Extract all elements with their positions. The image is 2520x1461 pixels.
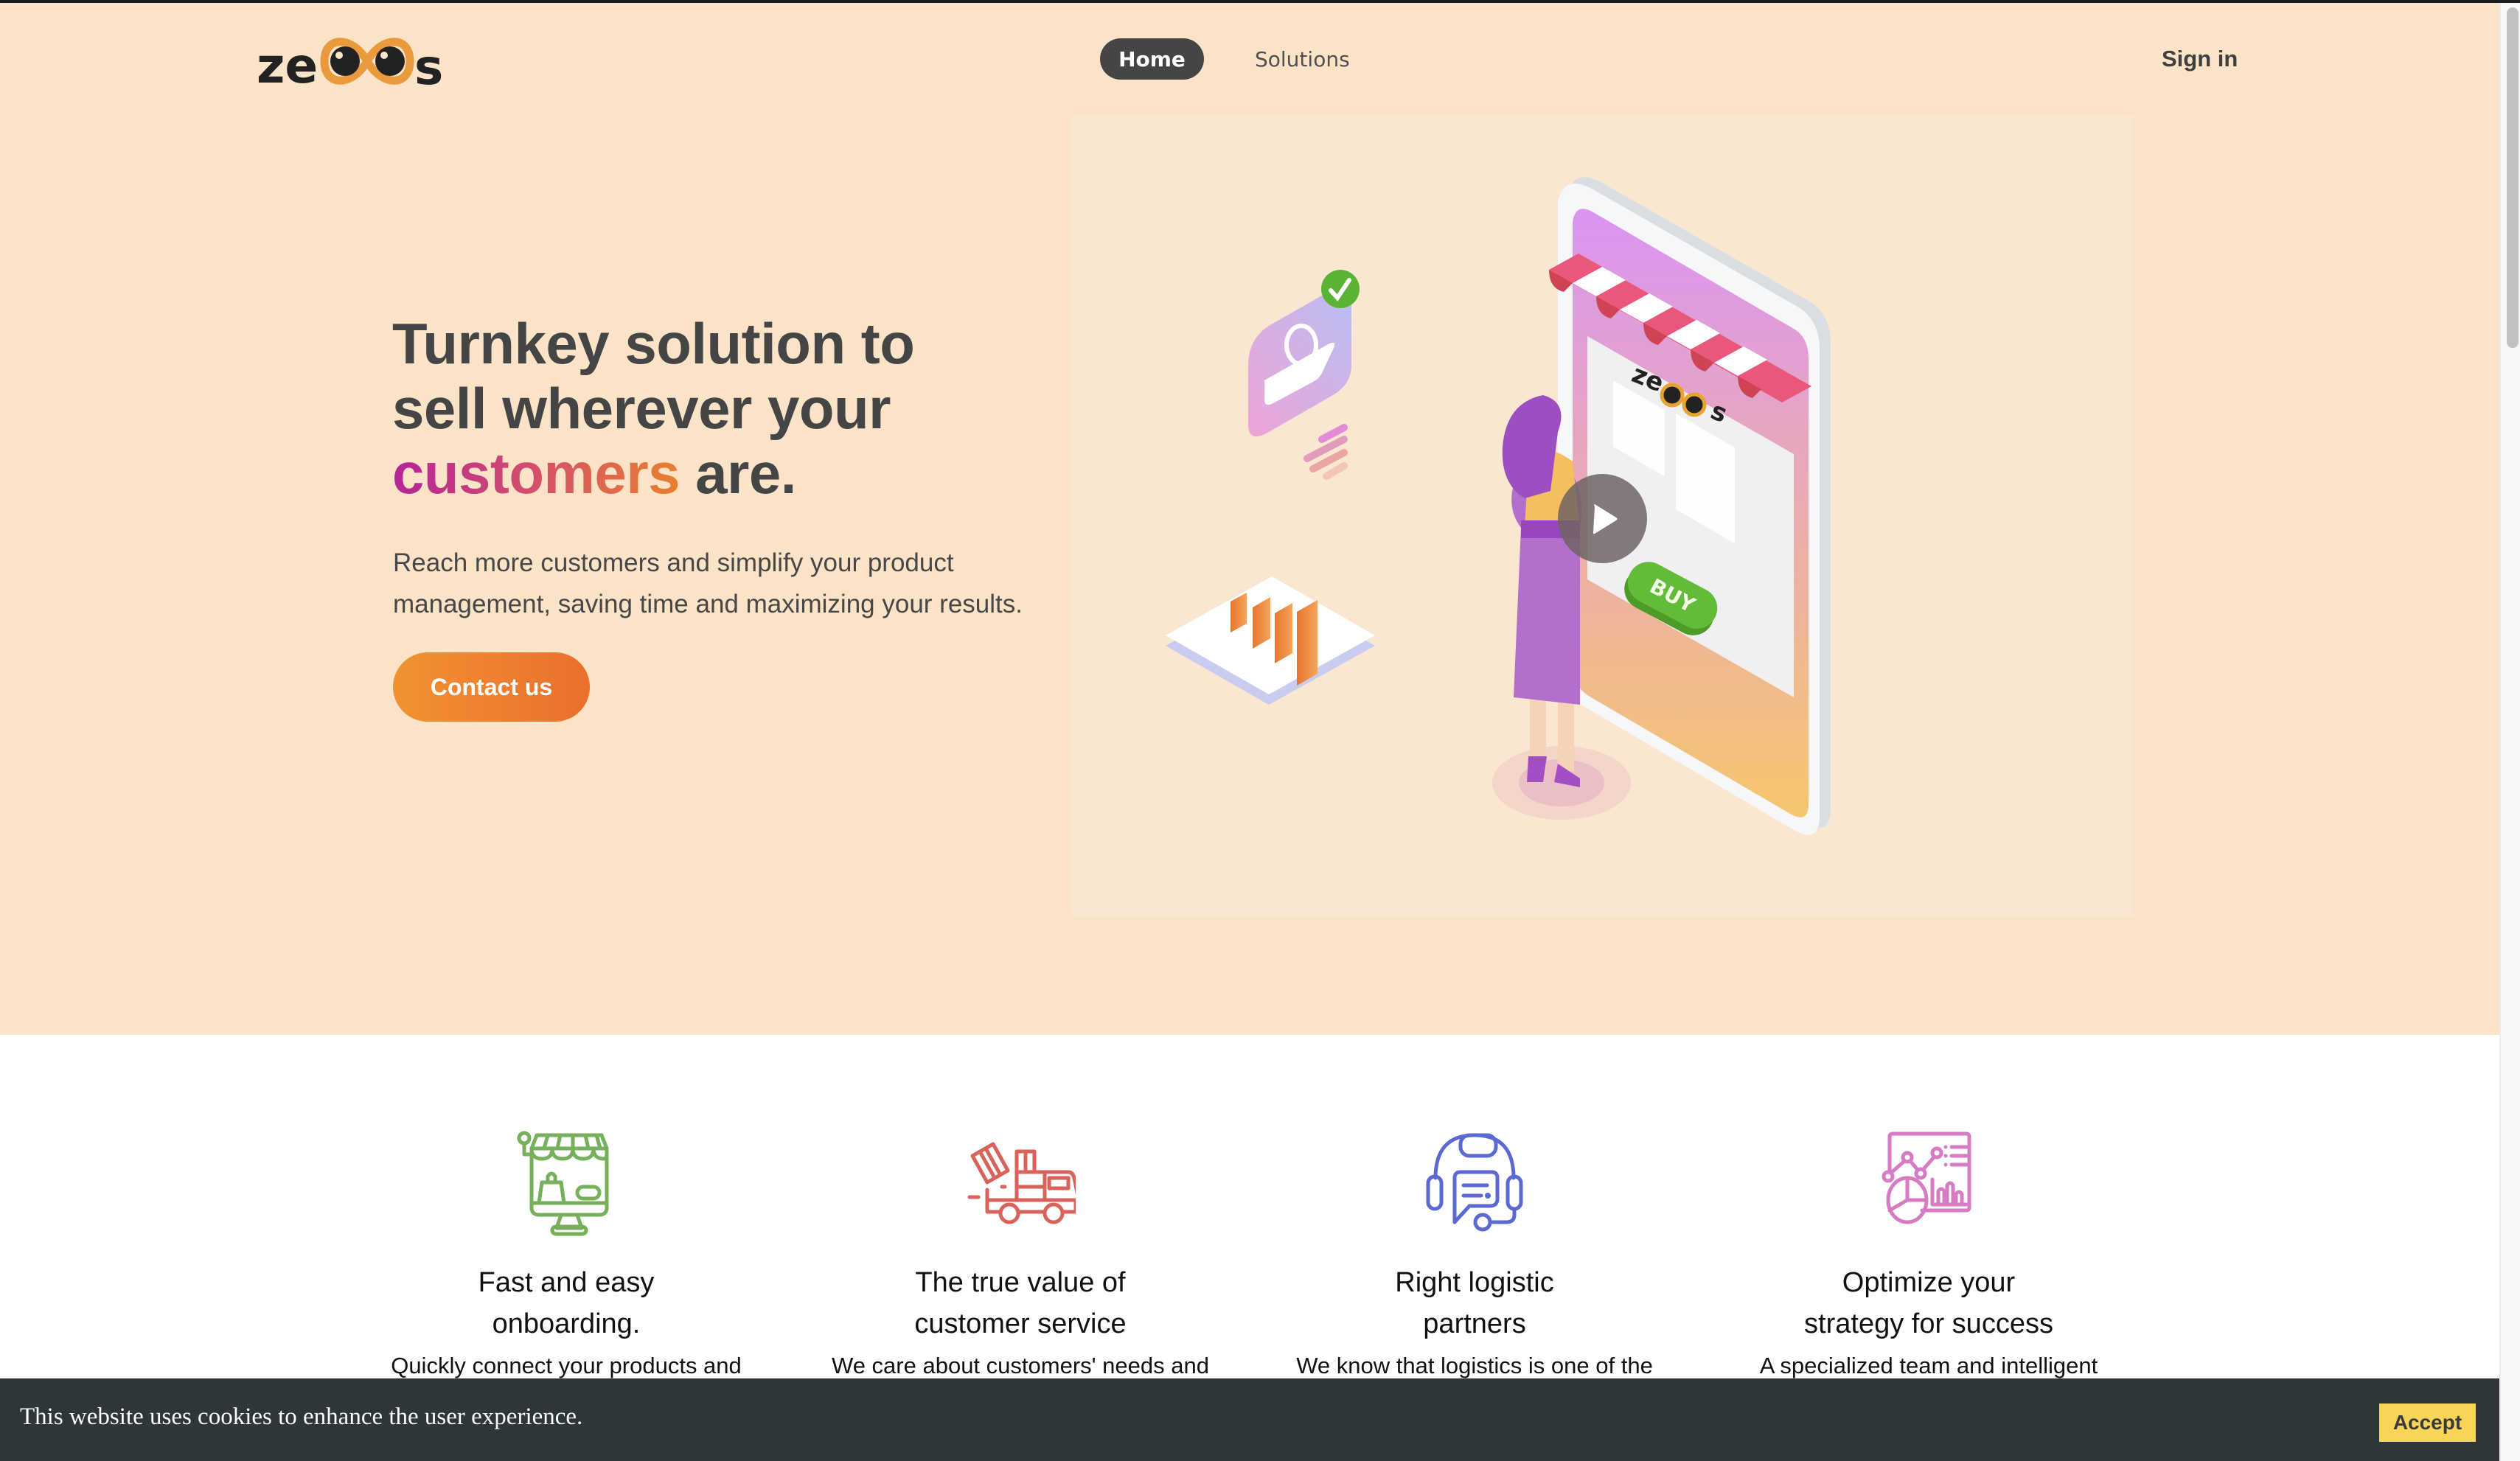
feature-card-onboarding: Fast and easy onboarding. Quickly connec…	[345, 1126, 787, 1383]
feature-card-strategy: Optimize your strategy for success A spe…	[1708, 1126, 2150, 1383]
svg-text:ze: ze	[257, 38, 318, 94]
feature-title: Optimize your strategy for success	[1804, 1267, 2053, 1339]
headline-end: are.	[680, 441, 796, 506]
nav-home[interactable]: Home	[1100, 38, 1204, 80]
sign-in-link[interactable]: Sign in	[2151, 38, 2248, 80]
analytics-dashboard-icon	[1882, 1132, 1971, 1224]
video-play-button[interactable]	[1558, 474, 1647, 563]
support-headset-icon	[1426, 1133, 1523, 1232]
svg-text:s: s	[414, 39, 443, 94]
contact-us-button[interactable]: Contact us	[393, 652, 590, 722]
zeoos-logo[interactable]: ze s	[257, 28, 479, 96]
online-store-icon	[517, 1131, 609, 1236]
feature-title: Fast and easy onboarding.	[478, 1267, 655, 1339]
headline-line-2: sell wherever your	[392, 376, 891, 441]
cookie-message: This website uses cookies to enhance the…	[20, 1404, 583, 1430]
play-icon	[1593, 503, 1617, 534]
shopping-bag-card	[1248, 270, 1360, 480]
nav-solutions[interactable]: Solutions	[1239, 38, 1366, 80]
hero-section: ze s Home Solutions Sign in Turnkey solu…	[0, 3, 2499, 1035]
headline-line-1: Turnkey solution to	[392, 311, 915, 376]
page: ze s Home Solutions Sign in Turnkey solu…	[0, 3, 2499, 1461]
feature-title: The true value of customer service	[914, 1267, 1127, 1339]
scrollbar-thumb[interactable]	[2507, 7, 2519, 348]
hero-headline: Turnkey solution to sell wherever your c…	[392, 311, 1041, 506]
hero-video[interactable]: ze s BUY	[1071, 115, 2133, 917]
accept-cookies-button[interactable]: Accept	[2379, 1404, 2476, 1442]
cookie-banner: This website uses cookies to enhance the…	[0, 1378, 2499, 1461]
hero-subtext: Reach more customers and simplify your p…	[393, 548, 1023, 618]
delivery-truck-icon	[967, 1142, 1076, 1224]
feature-card-customer-service: The true value of customer service We ca…	[799, 1126, 1242, 1383]
vertical-scrollbar[interactable]	[2499, 3, 2520, 1461]
logo-icon: ze s	[257, 38, 443, 96]
feature-title: Right logistic partners	[1395, 1267, 1554, 1339]
feature-card-logistics: Right logistic partners We know that log…	[1253, 1126, 1696, 1383]
bar-chart-platform	[1166, 576, 1375, 705]
headline-highlight: customers	[392, 441, 681, 506]
